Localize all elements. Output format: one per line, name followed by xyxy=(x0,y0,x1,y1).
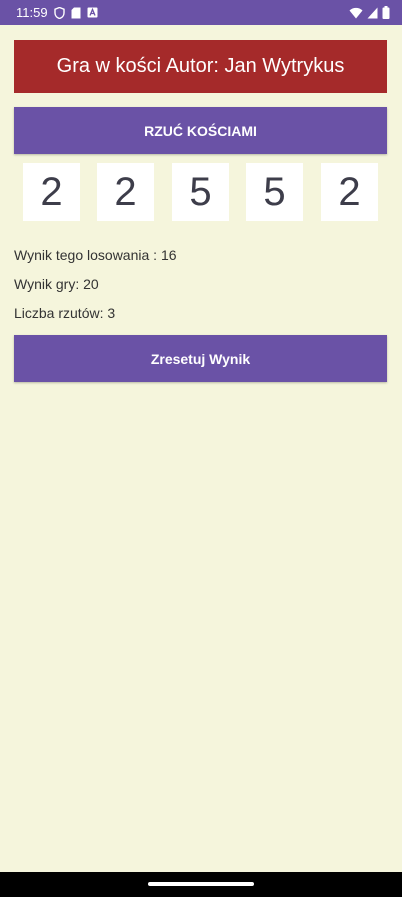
status-bar-left: 11:59 xyxy=(16,5,98,20)
dice-row: 2 2 5 5 2 xyxy=(0,163,402,221)
app-title: Gra w kości Autor: Jan Wytrykus xyxy=(56,55,345,77)
app-title-banner: Gra w kości Autor: Jan Wytrykus xyxy=(14,40,387,93)
shield-icon xyxy=(53,6,65,19)
navigation-bar xyxy=(0,872,402,897)
die-5: 2 xyxy=(321,163,378,221)
roll-count-text: Liczba rzutów: 3 xyxy=(14,305,116,321)
round-score-text: Wynik tego losowania : 16 xyxy=(14,247,177,263)
text-a-icon xyxy=(87,7,98,18)
home-gesture-handle[interactable] xyxy=(148,882,254,886)
game-score-text: Wynik gry: 20 xyxy=(14,276,99,292)
die-3: 5 xyxy=(172,163,229,221)
app-screen: 11:59 Gra w kości Autor: Jan Wytrykus RZ… xyxy=(0,0,402,897)
cell-signal-icon xyxy=(367,7,378,19)
status-time: 11:59 xyxy=(16,5,48,20)
sd-card-icon xyxy=(71,7,81,19)
die-1: 2 xyxy=(23,163,80,221)
die-4: 5 xyxy=(246,163,303,221)
reset-score-button[interactable]: Zresetuj Wynik xyxy=(14,335,387,382)
die-2: 2 xyxy=(97,163,154,221)
status-bar: 11:59 xyxy=(0,0,402,25)
roll-dice-button[interactable]: RZUĆ KOŚCIAMI xyxy=(14,107,387,154)
wifi-icon xyxy=(349,7,363,19)
battery-icon xyxy=(382,6,390,19)
status-bar-right xyxy=(349,6,390,19)
